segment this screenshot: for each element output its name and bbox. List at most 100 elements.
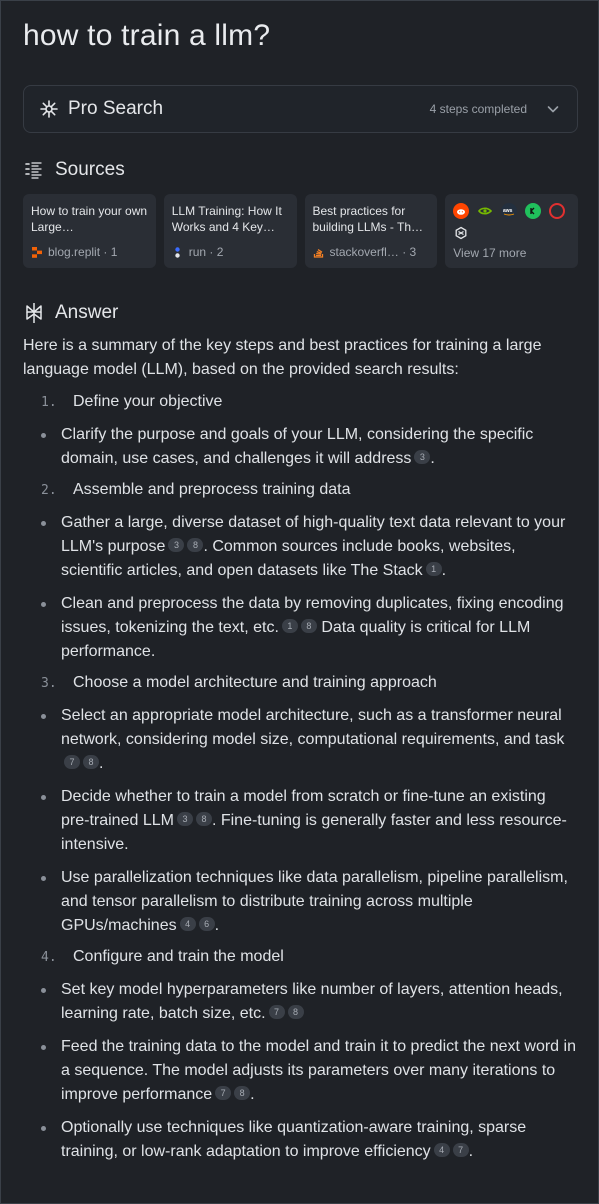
source-card[interactable]: How to train your own Large… blog.replit… — [23, 194, 156, 268]
red-ring-icon — [549, 203, 566, 219]
citation-badge[interactable]: 8 — [234, 1086, 251, 1100]
source-meta: blog.replit · 1 — [31, 245, 117, 259]
run-icon — [172, 246, 184, 258]
citation-badge[interactable]: 1 — [281, 619, 298, 633]
step-heading: 4. Configure and train the model — [23, 945, 578, 969]
bullet-dot — [23, 1035, 61, 1107]
bullet-text: Feed the training data to the model and … — [61, 1038, 576, 1103]
citation-badge[interactable]: 7 — [64, 755, 80, 769]
bullet-dot — [23, 592, 61, 664]
openai-icon — [453, 225, 470, 241]
answer-heading: Answer — [55, 302, 119, 323]
svg-text:aws: aws — [503, 208, 513, 214]
sources-row: How to train your own Large… blog.replit… — [23, 194, 578, 268]
citation-badge[interactable]: 7 — [268, 1005, 285, 1019]
list-item: Clarify the purpose and goals of your LL… — [23, 423, 578, 471]
citation-badge[interactable]: 8 — [187, 538, 204, 552]
bullet-text: Use parallelization techniques like data… — [61, 869, 568, 934]
citation-badge[interactable]: 8 — [195, 812, 212, 826]
view-more-link[interactable]: View 17 more — [453, 246, 526, 260]
source-meta: stackoverfl… · 3 — [313, 245, 417, 259]
bullet-dot — [23, 511, 61, 583]
citation-badge[interactable]: 3 — [414, 450, 431, 464]
list-item: Feed the training data to the model and … — [23, 1035, 578, 1107]
list-item: Use parallelization techniques like data… — [23, 866, 578, 938]
bullet-text: Set key model hyperparameters like numbe… — [61, 981, 563, 1022]
source-separator: · — [398, 245, 410, 259]
list-item: Decide whether to train a model from scr… — [23, 785, 578, 857]
citation-badge[interactable]: 8 — [83, 755, 99, 769]
bullet-dot — [23, 704, 61, 776]
pro-search-label: Pro Search — [68, 98, 164, 119]
citation-badge[interactable]: 1 — [425, 562, 442, 576]
step-title: Configure and train the model — [73, 948, 284, 965]
source-index: 2 — [216, 245, 224, 259]
bullet-text-after: . — [250, 1086, 255, 1103]
step-number: 2. — [41, 483, 57, 498]
reddit-icon — [453, 203, 470, 219]
more-source-icons: aws — [453, 203, 570, 241]
citation-badge[interactable]: 6 — [198, 917, 215, 931]
step-heading: 1. Define your objective — [23, 390, 578, 414]
query-title: how to train a llm? — [23, 19, 271, 52]
pro-search-panel[interactable]: Pro Search 4 steps completed — [23, 85, 578, 133]
replit-icon — [31, 246, 43, 258]
bullet-text-after: . — [441, 562, 447, 579]
chevron-down-icon[interactable] — [543, 99, 563, 119]
list-item: Gather a large, diverse dataset of high-… — [23, 511, 578, 583]
nvidia-icon — [477, 203, 494, 219]
source-title: How to train your own Large… — [31, 204, 148, 234]
bullet-text-after: . — [430, 450, 435, 467]
answer-page: how to train a llm? Pro Search 4 steps c… — [23, 1, 578, 1164]
source-index: 3 — [409, 245, 417, 259]
citation-badge[interactable]: 7 — [215, 1086, 232, 1100]
source-title: Best practices for building LLMs - Th… — [312, 204, 424, 234]
step-number: 3. — [41, 676, 57, 691]
step-heading: 2. Assemble and preprocess training data — [23, 478, 578, 502]
citation-badge[interactable]: 7 — [452, 1143, 469, 1157]
answer-intro: Here is a summary of the key steps and b… — [23, 337, 542, 378]
source-card[interactable]: Best practices for building LLMs - Th… s… — [304, 194, 438, 268]
step-title: Define your objective — [73, 393, 223, 410]
bullet-text-after: . — [99, 755, 104, 772]
bullet-text-after: . — [214, 917, 220, 934]
bullet-text: Clarify the purpose and goals of your LL… — [61, 426, 534, 467]
citation-badge[interactable]: 8 — [300, 619, 317, 633]
step-number: 4. — [41, 950, 57, 965]
source-card[interactable]: LLM Training: How It Works and 4 Key… ru… — [163, 194, 297, 268]
citation-badge[interactable]: 3 — [176, 812, 193, 826]
sparkle-icon — [38, 98, 60, 120]
bullet-text: Select an appropriate model architecture… — [61, 707, 565, 748]
citation-badge[interactable]: 8 — [287, 1005, 304, 1019]
answer-list: 1. Define your objective Clarify the pur… — [23, 390, 578, 1164]
bullet-dot — [23, 423, 61, 471]
citation-badge[interactable]: 4 — [179, 917, 196, 931]
bullet-dot — [23, 1116, 61, 1164]
list-item: Set key model hyperparameters like numbe… — [23, 978, 578, 1026]
source-meta: run · 2 — [172, 245, 224, 259]
sources-icon — [23, 159, 45, 181]
bullet-dot — [23, 866, 61, 938]
citation-badge[interactable]: 4 — [433, 1143, 450, 1157]
green-logo-icon — [525, 203, 542, 219]
answer-logo-icon — [23, 302, 45, 324]
source-index: 1 — [110, 245, 118, 259]
answer-header: Answer — [23, 302, 578, 324]
steps-completed: 4 steps completed — [429, 102, 527, 116]
list-item: Optionally use techniques like quantizat… — [23, 1116, 578, 1164]
bullet-dot — [23, 978, 61, 1026]
list-item: Clean and preprocess the data by removin… — [23, 592, 578, 664]
source-site: blog.replit — [48, 245, 101, 259]
sources-header: Sources — [23, 159, 578, 181]
bullet-dot — [23, 785, 61, 857]
aws-icon: aws — [501, 203, 518, 219]
step-number: 1. — [41, 395, 57, 410]
sources-heading: Sources — [55, 159, 125, 180]
step-heading: 3. Choose a model architecture and train… — [23, 671, 578, 695]
view-more-card[interactable]: aws View 17 more — [445, 194, 578, 268]
citation-badge[interactable]: 3 — [168, 538, 185, 552]
step-title: Assemble and preprocess training data — [73, 481, 351, 498]
source-separator: · — [206, 245, 217, 259]
list-item: Select an appropriate model architecture… — [23, 704, 578, 776]
source-title: LLM Training: How It Works and 4 Key… — [171, 204, 282, 234]
